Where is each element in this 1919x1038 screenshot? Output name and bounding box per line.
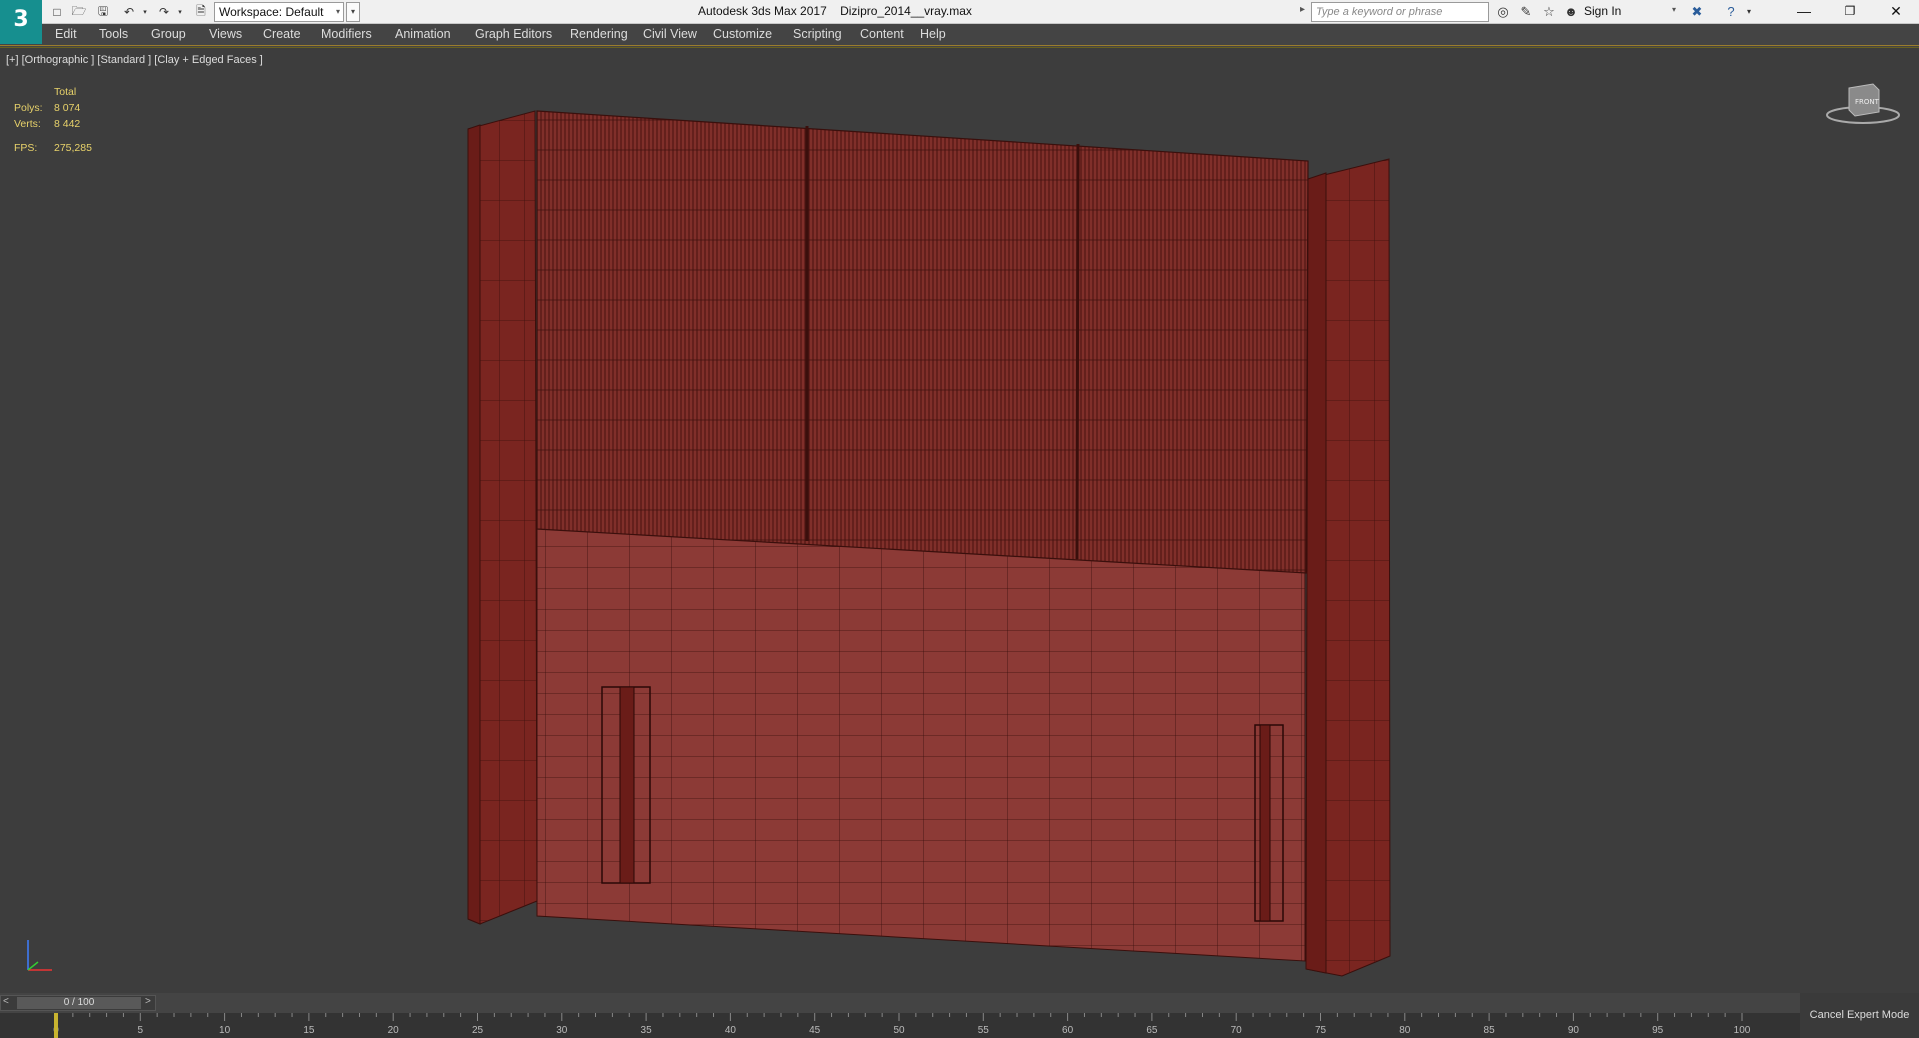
customize-quick-access-icon[interactable]: ▾ <box>346 2 360 22</box>
chevron-down-icon: ▾ <box>335 7 340 16</box>
ruler-label: 55 <box>978 1025 990 1036</box>
menu-create[interactable]: Create <box>263 27 301 41</box>
ruler-label: 60 <box>1062 1025 1074 1036</box>
menu-modifiers[interactable]: Modifiers <box>321 27 372 41</box>
ruler-label: 15 <box>303 1025 315 1036</box>
help-dropdown-icon[interactable]: ▾ <box>1740 3 1758 21</box>
binoculars-icon[interactable]: ◎ <box>1494 3 1512 21</box>
menu-views[interactable]: Views <box>209 27 242 41</box>
viewcube-label: FRONT <box>1855 98 1880 106</box>
close-icon[interactable]: ✕ <box>1873 0 1919 24</box>
ruler-label: 40 <box>725 1025 737 1036</box>
menu-scripting[interactable]: Scripting <box>793 27 842 41</box>
save-icon[interactable]: 🖫 <box>94 3 112 21</box>
help-icon[interactable]: ? <box>1722 3 1740 21</box>
ruler-label: 80 <box>1399 1025 1411 1036</box>
ruler-label: 35 <box>641 1025 653 1036</box>
ruler-label: 30 <box>556 1025 568 1036</box>
sign-in-dropdown-icon[interactable]: ▾ <box>1672 5 1676 14</box>
menu-content[interactable]: Content <box>860 27 904 41</box>
orthographic-viewport[interactable]: [+] [Orthographic ] [Standard ] [Clay + … <box>0 47 1919 993</box>
menu-graph-editors[interactable]: Graph Editors <box>475 27 552 41</box>
ruler-label: 70 <box>1231 1025 1243 1036</box>
app-logo[interactable]: 3 <box>0 0 42 44</box>
next-frame-icon[interactable]: > <box>145 996 151 1007</box>
ruler-label: 45 <box>809 1025 821 1036</box>
user-icon: ☻ <box>1564 4 1578 19</box>
workspace-label: Workspace: Default <box>219 5 324 19</box>
previous-frame-icon[interactable]: < <box>3 996 9 1007</box>
title-bar: 3 □ 🗁 🖫 ↶ ▾ ↷ ▾ 🗎 Workspace: Default ▾ ▾ … <box>0 0 1919 44</box>
time-slider-thumb[interactable]: 0 / 100 <box>17 997 141 1009</box>
headboard-mesh[interactable] <box>0 48 1919 994</box>
ruler-label: 75 <box>1315 1025 1327 1036</box>
open-file-icon[interactable]: 🗁 <box>70 3 88 21</box>
menu-edit[interactable]: Edit <box>55 27 77 41</box>
redo-dropdown-icon[interactable]: ▾ <box>171 3 189 21</box>
project-folder-icon[interactable]: 🗎 <box>192 3 210 21</box>
restore-icon[interactable]: ❐ <box>1827 0 1873 24</box>
ruler-label: 20 <box>388 1025 400 1036</box>
ruler-label: 50 <box>893 1025 905 1036</box>
timeline: < 0 / 100 > 0510152025303540455055606570… <box>0 993 1919 1038</box>
ruler-label: 95 <box>1652 1025 1664 1036</box>
menu-tools[interactable]: Tools <box>99 27 128 41</box>
axis-tripod-icon <box>27 940 52 971</box>
current-frame-marker[interactable] <box>54 1013 58 1038</box>
search-expand-icon[interactable]: ▸ <box>1300 4 1305 15</box>
ruler-label: 65 <box>1146 1025 1158 1036</box>
new-file-icon[interactable]: □ <box>48 3 66 21</box>
file-name: Dizipro_2014__vray.max <box>840 4 972 18</box>
time-slider[interactable]: < 0 / 100 > <box>0 995 156 1011</box>
viewcube-icon[interactable]: FRONT <box>1825 82 1901 126</box>
ruler-label: 90 <box>1568 1025 1580 1036</box>
communication-center-icon[interactable]: ✎ <box>1517 3 1535 21</box>
menu-help[interactable]: Help <box>920 27 946 41</box>
favorites-star-icon[interactable]: ☆ <box>1540 3 1558 21</box>
menu-rendering[interactable]: Rendering <box>570 27 628 41</box>
sign-in-button[interactable]: Sign In <box>1584 4 1621 18</box>
menu-customize[interactable]: Customize <box>713 27 772 41</box>
menu-animation[interactable]: Animation <box>395 27 451 41</box>
ruler-label: 25 <box>472 1025 484 1036</box>
menu-bar: Edit Tools Group Views Create Modifiers … <box>0 24 1919 46</box>
menu-group[interactable]: Group <box>151 27 186 41</box>
frame-ruler[interactable]: 0510152025303540455055606570758085909510… <box>0 1013 1800 1038</box>
ruler-label: 100 <box>1734 1025 1751 1036</box>
undo-dropdown-icon[interactable]: ▾ <box>136 3 154 21</box>
window-title: Autodesk 3ds Max 2017 Dizipro_2014__vray… <box>698 4 972 18</box>
search-input[interactable]: Type a keyword or phrase <box>1311 2 1489 22</box>
menu-civil-view[interactable]: Civil View <box>643 27 697 41</box>
ruler-label: 10 <box>219 1025 231 1036</box>
cancel-expert-mode-button[interactable]: Cancel Expert Mode <box>1800 993 1919 1038</box>
workspace-dropdown[interactable]: Workspace: Default ▾ <box>214 2 344 22</box>
ruler-label: 5 <box>138 1025 144 1036</box>
minimize-icon[interactable]: — <box>1781 0 1827 24</box>
ruler-label: 85 <box>1484 1025 1496 1036</box>
exchange-apps-icon[interactable]: ✖ <box>1688 3 1706 21</box>
app-title: Autodesk 3ds Max 2017 <box>698 4 827 18</box>
